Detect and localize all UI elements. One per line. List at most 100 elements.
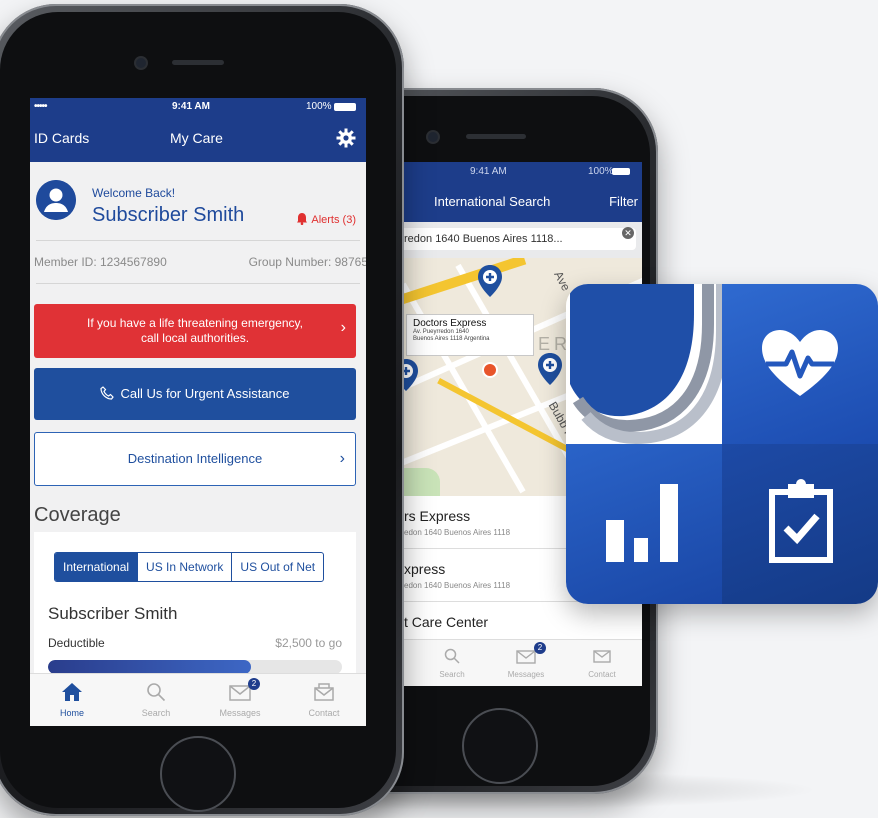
status-bar: 9:41 AM 100% bbox=[400, 162, 642, 182]
tab-messages[interactable]: 2 Messages bbox=[496, 640, 556, 686]
app-icon-health-tile bbox=[722, 284, 878, 444]
group-number: Group Number: 98765 bbox=[248, 255, 366, 269]
status-time: 9:41 AM bbox=[172, 101, 210, 112]
callout-name: Doctors Express bbox=[413, 318, 487, 329]
front-phone: ••••• 9:41 AM 100% ID Cards My Care Welc… bbox=[0, 4, 404, 816]
clear-icon[interactable]: ✕ bbox=[622, 227, 634, 239]
nav-bar: ID Cards My Care bbox=[30, 116, 366, 162]
message-badge: 2 bbox=[248, 678, 260, 690]
result-name: xpress bbox=[404, 561, 446, 577]
bar-chart-icon bbox=[606, 484, 678, 562]
tab-label: Contact bbox=[308, 708, 340, 718]
app-icon-logo-tile bbox=[566, 284, 728, 445]
tab-bar: Search 2 Messages Contact bbox=[400, 639, 642, 686]
tab-label: Messages bbox=[219, 708, 261, 718]
heart-pulse-icon bbox=[762, 330, 838, 396]
logo-arcs-icon bbox=[570, 284, 728, 445]
result-address: edon 1640 Buenos Aires 1118 bbox=[404, 581, 511, 590]
app-icon-chart-tile bbox=[566, 444, 722, 604]
tab-home[interactable]: Home bbox=[30, 674, 114, 726]
earpiece-speaker bbox=[172, 60, 224, 65]
tab-label: Messages bbox=[507, 670, 545, 679]
alerts-label: Alerts (3) bbox=[311, 214, 356, 226]
front-screen: ••••• 9:41 AM 100% ID Cards My Care Welc… bbox=[30, 98, 366, 726]
status-battery: 100% bbox=[588, 166, 614, 177]
welcome-section: Welcome Back! Subscriber Smith Alerts (3… bbox=[30, 162, 366, 240]
status-battery: 100% bbox=[306, 101, 332, 112]
gear-icon[interactable] bbox=[336, 128, 356, 148]
app-icon-clipboard-tile bbox=[722, 444, 878, 604]
tab-search[interactable]: Search bbox=[114, 674, 198, 726]
avatar bbox=[36, 180, 76, 220]
urgent-assistance-button[interactable]: Call Us for Urgent Assistance bbox=[34, 368, 356, 420]
segment-us-in-network[interactable]: US In Network bbox=[138, 553, 233, 581]
result-name: rs Express bbox=[404, 508, 471, 524]
home-icon bbox=[62, 683, 82, 701]
bell-icon bbox=[297, 213, 308, 225]
page-title: International Search bbox=[434, 194, 551, 209]
tab-messages[interactable]: 2 Messages bbox=[198, 674, 282, 726]
coverage-heading: Coverage bbox=[34, 504, 121, 526]
id-cards-link[interactable]: ID Cards bbox=[34, 130, 89, 146]
clipboard-check-icon bbox=[769, 479, 833, 563]
filter-button[interactable]: Filter bbox=[609, 194, 638, 209]
chevron-right-icon: › bbox=[340, 319, 346, 336]
front-camera bbox=[428, 132, 438, 142]
search-bar: redon 1640 Buenos Aires 1118... ✕ bbox=[400, 222, 642, 258]
home-hardware-button[interactable] bbox=[160, 736, 236, 812]
page-title: My Care bbox=[170, 130, 223, 146]
search-icon bbox=[147, 683, 166, 702]
map-callout[interactable]: Doctors Express Av. Pueyrredon 1640 Buen… bbox=[406, 314, 534, 356]
result-name: t Care Center bbox=[404, 614, 489, 630]
tab-search[interactable]: Search bbox=[422, 640, 482, 686]
emergency-button[interactable]: If you have a life threatening emergency… bbox=[34, 304, 356, 358]
tab-label: Home bbox=[59, 708, 84, 718]
result-address: edon 1640 Buenos Aires 1118 bbox=[404, 528, 511, 537]
deductible-progress-bar bbox=[48, 660, 342, 674]
emergency-text: call local authorities. bbox=[140, 331, 250, 345]
emergency-text: If you have a life threatening emergency… bbox=[87, 316, 303, 330]
earpiece-speaker bbox=[466, 134, 526, 139]
map-pin-icon[interactable] bbox=[536, 352, 564, 386]
urgent-label: Call Us for Urgent Assistance bbox=[120, 386, 290, 401]
callout-address: Av. Pueyrredon 1640 bbox=[413, 329, 469, 335]
callout-address: Buenos Aires 1118 Argentina bbox=[413, 336, 490, 342]
tab-contact[interactable]: Contact bbox=[572, 640, 632, 686]
deductible-label: Deductible bbox=[48, 636, 105, 650]
phone-icon bbox=[100, 386, 115, 400]
map-highway bbox=[400, 258, 527, 308]
app-icon[interactable] bbox=[566, 284, 878, 604]
member-id: Member ID: 1234567890 bbox=[34, 255, 167, 269]
destination-label: Destination Intelligence bbox=[127, 451, 263, 466]
deductible-progress-fill bbox=[48, 660, 251, 674]
segment-international[interactable]: International bbox=[55, 553, 139, 581]
current-location-dot bbox=[482, 362, 498, 378]
home-hardware-button[interactable] bbox=[462, 708, 538, 784]
subscriber-name: Subscriber Smith bbox=[92, 204, 245, 226]
tab-contact[interactable]: Contact bbox=[282, 674, 366, 726]
tab-label: Contact bbox=[588, 670, 616, 679]
alerts-link[interactable]: Alerts (3) bbox=[296, 212, 356, 226]
map-pin-icon[interactable] bbox=[476, 264, 504, 298]
map-park bbox=[400, 468, 440, 496]
chevron-right-icon: › bbox=[339, 450, 345, 467]
contact-icon bbox=[593, 650, 611, 663]
tab-bar: Home Search 2 Messages Contact bbox=[30, 673, 366, 726]
envelope-icon bbox=[516, 650, 536, 664]
status-time: 9:41 AM bbox=[470, 166, 507, 177]
destination-intelligence-button[interactable]: Destination Intelligence › bbox=[34, 432, 356, 486]
battery-icon bbox=[612, 168, 630, 175]
search-input[interactable]: redon 1640 Buenos Aires 1118... bbox=[400, 228, 636, 250]
deductible-remaining: $2,500 to go bbox=[275, 636, 342, 650]
signal-icon: ••••• bbox=[34, 101, 47, 112]
search-icon bbox=[444, 648, 460, 664]
contact-icon bbox=[314, 683, 334, 701]
battery-icon bbox=[334, 103, 356, 111]
member-info-row: Member ID: 1234567890 Group Number: 9876… bbox=[34, 240, 366, 284]
welcome-greeting: Welcome Back! bbox=[92, 186, 176, 200]
segment-us-out-of-network[interactable]: US Out of Net bbox=[232, 553, 323, 581]
tab-label: Search bbox=[141, 708, 171, 718]
status-bar: ••••• 9:41 AM 100% bbox=[30, 98, 366, 116]
nav-bar: International Search Filter bbox=[400, 182, 642, 222]
message-badge: 2 bbox=[534, 642, 546, 654]
